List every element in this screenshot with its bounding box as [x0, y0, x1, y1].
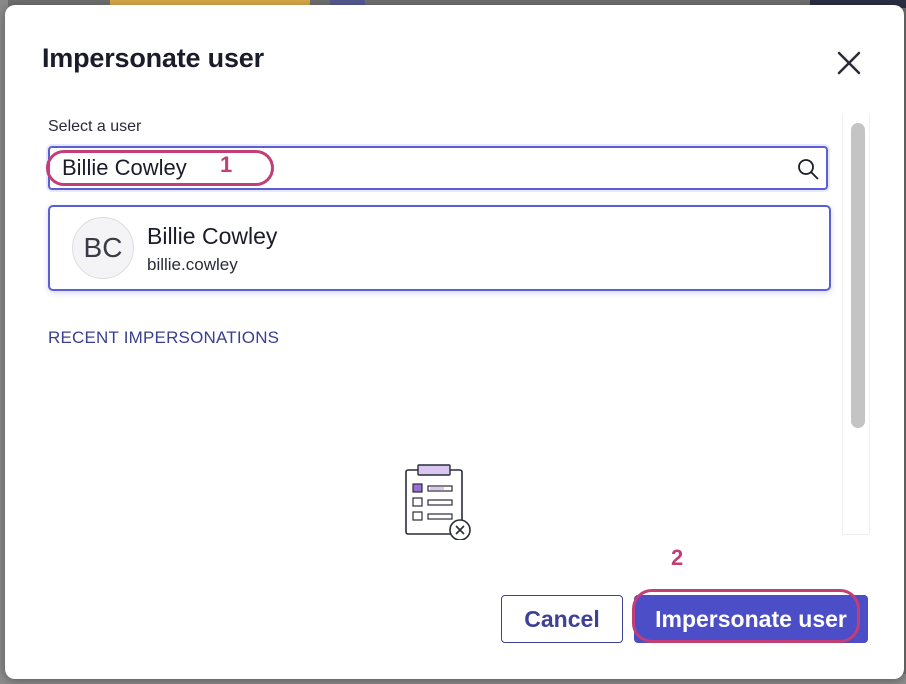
search-icon[interactable] [796, 157, 820, 181]
user-result-item[interactable]: BC Billie Cowley billie.cowley [48, 205, 831, 291]
dialog-title: Impersonate user [42, 43, 264, 73]
impersonate-user-dialog: Impersonate user Select a user 1 BC Bill… [5, 5, 904, 679]
empty-clipboard-icon [405, 464, 471, 540]
select-user-label: Select a user [48, 118, 142, 135]
recent-impersonations-heading: RECENT IMPERSONATIONS [48, 328, 280, 347]
scroll-area-divider [842, 534, 869, 535]
annotation-highlight-2 [632, 589, 860, 643]
close-button[interactable] [831, 45, 867, 81]
cancel-button[interactable]: Cancel [501, 595, 623, 643]
close-icon [837, 51, 861, 75]
user-result-username: billie.cowley [147, 255, 238, 274]
scrollbar-thumb[interactable] [851, 123, 865, 428]
annotation-highlight-1 [46, 150, 274, 186]
avatar: BC [72, 217, 134, 279]
dialog-scrollbar[interactable] [842, 115, 870, 535]
user-result-name: Billie Cowley [147, 223, 278, 249]
annotation-step-1: 1 [220, 152, 233, 177]
annotation-step-2: 2 [671, 545, 684, 570]
